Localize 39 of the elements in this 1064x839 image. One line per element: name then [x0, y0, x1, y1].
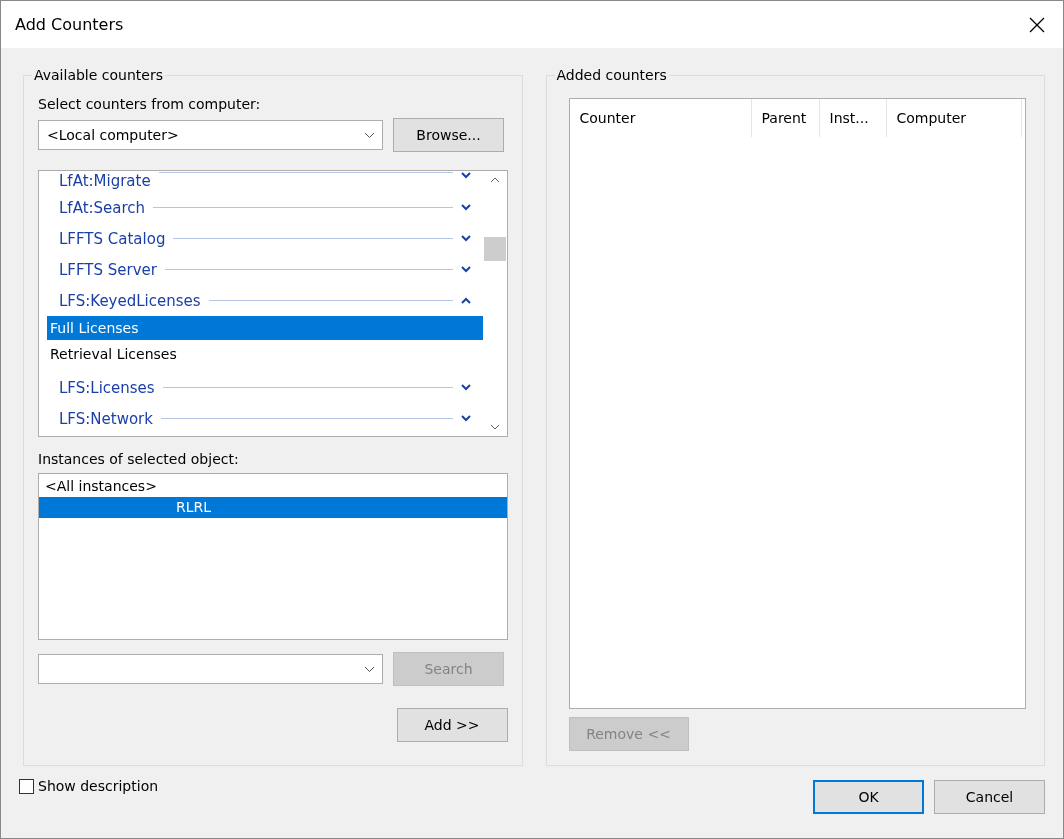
chevron-down-icon[interactable]	[460, 204, 471, 211]
column-header[interactable]: Computer	[886, 99, 1022, 137]
show-description-checkbox[interactable]: Show description	[19, 778, 159, 794]
column-header[interactable]: Counter	[569, 99, 752, 137]
group-title: Added counters	[554, 67, 669, 83]
computer-dropdown[interactable]: <Local computer>	[38, 120, 383, 150]
object-item[interactable]: LfAt:Migrate	[47, 172, 483, 192]
close-icon	[1029, 16, 1045, 33]
object-item[interactable]: LFS:Network	[47, 403, 483, 434]
object-item[interactable]: LfAt:Search	[47, 192, 483, 223]
chevron-down-icon[interactable]	[460, 384, 471, 391]
object-item[interactable]: LFFTS Server	[47, 254, 483, 285]
caret-icon	[365, 666, 374, 672]
instance-item[interactable]: <All instances>	[39, 476, 507, 497]
cancel-button[interactable]: Cancel	[934, 780, 1045, 814]
scroll-up-icon[interactable]	[489, 177, 500, 183]
object-item[interactable]: LFS:KeyedLicenses	[47, 285, 483, 316]
field-label: Instances of selected object:	[38, 451, 240, 467]
scrollbar-thumb[interactable]	[483, 236, 506, 261]
instance-item[interactable]: RLRL	[39, 497, 507, 518]
chevron-down-icon[interactable]	[460, 266, 471, 273]
window-title: Add Counters	[15, 15, 124, 34]
scroll-down-icon[interactable]	[489, 424, 500, 430]
ok-button[interactable]: OK	[813, 780, 924, 814]
chevron-up-icon[interactable]	[460, 297, 471, 304]
group-title: Available counters	[32, 67, 165, 83]
field-label: Select counters from computer:	[38, 96, 262, 112]
add-button[interactable]: Add >>	[396, 708, 508, 742]
browse-button[interactable]: Browse...	[393, 118, 504, 152]
counter-item[interactable]: Retrieval Licenses	[47, 342, 483, 366]
chevron-down-icon[interactable]	[460, 172, 471, 179]
chevron-down-icon[interactable]	[460, 235, 471, 242]
counter-item[interactable]: Full Licenses	[47, 316, 483, 340]
chevron-down-icon[interactable]	[460, 415, 471, 422]
object-item[interactable]: LFS:Licenses	[47, 372, 483, 403]
column-header[interactable]: Parent	[751, 99, 820, 137]
column-header[interactable]: Inst...	[819, 99, 887, 137]
caret-icon	[365, 132, 374, 138]
object-item[interactable]: LFFTS Catalog	[47, 223, 483, 254]
